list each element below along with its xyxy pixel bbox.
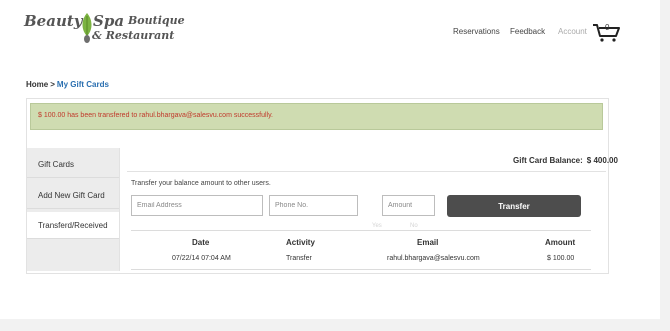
- breadcrumb-current[interactable]: My Gift Cards: [57, 80, 109, 89]
- table-top-border: [131, 230, 591, 231]
- balance-divider: [127, 171, 606, 172]
- logo-word-boutique: Boutique: [128, 14, 185, 27]
- logo-word-restaurant: & Restaurant: [92, 29, 175, 42]
- nav-account-link[interactable]: Account: [558, 27, 587, 36]
- brand-logo[interactable]: Beauty Spa Boutique & Restaurant: [24, 10, 214, 50]
- nav-feedback-link[interactable]: Feedback: [510, 27, 545, 36]
- email-field[interactable]: [131, 195, 263, 216]
- transfer-button[interactable]: Transfer: [447, 195, 581, 217]
- cell-activity: Transfer: [286, 255, 312, 262]
- success-alert-message: $ 100.00 has been transfered to rahul.bh…: [38, 112, 273, 119]
- column-header-activity: Activity: [286, 238, 315, 247]
- faint-label-no: No: [410, 223, 418, 229]
- sidebar-item-add-new-gift-card[interactable]: Add New Gift Card: [27, 182, 119, 209]
- sidebar-item-gift-cards[interactable]: Gift Cards: [27, 151, 119, 178]
- balance-label: Gift Card Balance:: [513, 156, 583, 165]
- breadcrumb: Home > My Gift Cards: [26, 80, 109, 89]
- balance-amount: $ 400.00: [586, 156, 618, 165]
- column-header-date: Date: [192, 238, 210, 247]
- cell-amount: $ 100.00: [547, 255, 575, 262]
- gift-card-balance: Gift Card Balance: $ 400.00: [513, 156, 618, 165]
- phone-field[interactable]: [269, 195, 358, 216]
- transfer-hint: Transfer your balance amount to other us…: [131, 180, 271, 187]
- nav-reservations-link[interactable]: Reservations: [453, 27, 500, 36]
- page-edge-bottom: [0, 319, 670, 331]
- logo-word-spa: Spa: [93, 12, 125, 30]
- logo-word-beauty: Beauty: [24, 12, 83, 30]
- table-bottom-border: [131, 269, 591, 270]
- faint-label-yes: Yes: [372, 223, 382, 229]
- success-alert: $ 100.00 has been transfered to rahul.bh…: [30, 103, 603, 130]
- page-edge-right: [660, 0, 670, 331]
- cell-email: rahul.bhargava@salesvu.com: [387, 255, 480, 262]
- breadcrumb-home-link[interactable]: Home: [26, 80, 48, 89]
- column-header-email: Email: [417, 238, 439, 247]
- column-header-amount: Amount: [545, 238, 576, 247]
- breadcrumb-separator: >: [50, 80, 55, 89]
- sidebar-item-transferd-received[interactable]: Transferd/Received: [27, 212, 119, 239]
- amount-field[interactable]: [382, 195, 435, 216]
- cart-count-badge: 0: [605, 23, 610, 32]
- cell-date: 07/22/14 07:04 AM: [172, 255, 231, 262]
